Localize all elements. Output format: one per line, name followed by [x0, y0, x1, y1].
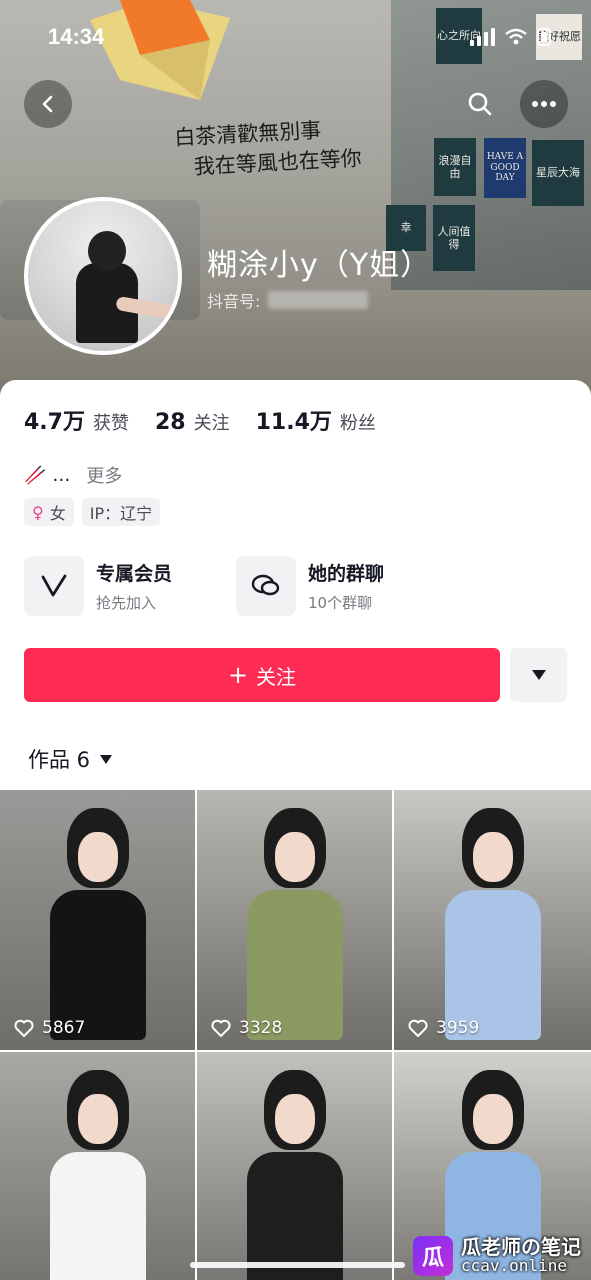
- caret-down-icon: [531, 670, 546, 680]
- video-like-count: 3328: [211, 1018, 282, 1038]
- wall-card: 浪漫自由: [434, 138, 476, 196]
- follow-row: + 关注: [24, 648, 567, 702]
- wifi-icon: [505, 28, 527, 45]
- stat-value: 4.7万: [24, 410, 85, 435]
- status-time: 14:34: [48, 24, 105, 49]
- watermark-logo: 瓜: [413, 1236, 453, 1276]
- chopsticks-icon: 🥢: [24, 464, 47, 486]
- search-icon: [468, 92, 492, 116]
- watermark-line2: ccav.online: [461, 1256, 567, 1276]
- video-thumbnail[interactable]: [0, 1052, 195, 1280]
- follow-button[interactable]: + 关注: [24, 648, 500, 702]
- wall-card: HAVE A GOOD DAY: [484, 138, 526, 198]
- douyin-id-label: 抖音号:: [207, 292, 261, 311]
- stat-value: 28: [154, 410, 186, 435]
- video-grid: 5867 3328 3959: [0, 790, 591, 1280]
- heart-outline-icon: [14, 1019, 34, 1037]
- feature-subtitle: 抢先加入: [96, 594, 157, 612]
- thumbnail-figure-face: [274, 832, 315, 882]
- wall-card: 星辰大海: [532, 140, 584, 206]
- gender-tag: ♀ 女: [24, 498, 74, 526]
- follow-label: 关注: [256, 664, 297, 689]
- thumbnail-figure-top: [246, 1152, 343, 1280]
- more-options-button[interactable]: [520, 80, 568, 128]
- status-bar: 14:34: [0, 0, 591, 70]
- video-thumbnail[interactable]: 3328: [197, 790, 392, 1050]
- group-chat-entry[interactable]: 她的群聊 10个群聊: [236, 556, 416, 616]
- profile-bio: 🥢 … 更多: [24, 462, 122, 488]
- thumbnail-figure-face: [274, 1094, 315, 1144]
- status-icons: [470, 28, 551, 46]
- caret-down-icon: [100, 754, 113, 764]
- like-count-text: 3959: [436, 1018, 480, 1038]
- thumbnail-figure-face: [77, 832, 118, 882]
- douyin-id: 抖音号:: [207, 288, 369, 312]
- ip-tag: IP：辽宁: [81, 498, 161, 526]
- stat-label: 粉丝: [339, 413, 376, 434]
- heart-outline-icon: [408, 1019, 428, 1037]
- video-thumbnail[interactable]: 5867: [0, 790, 195, 1050]
- ip-label: IP：辽宁: [89, 504, 153, 523]
- chevron-left-icon: [42, 95, 53, 113]
- heart-outline-icon: [211, 1019, 231, 1037]
- thumbnail-figure-top: [49, 1152, 146, 1280]
- feature-subtitle: 10个群聊: [308, 594, 373, 612]
- tab-works[interactable]: 作品 6: [28, 744, 113, 774]
- feature-title: 专属会员: [96, 563, 173, 585]
- more-dots-icon: [532, 101, 556, 107]
- wall-card: 人间值得: [433, 205, 475, 271]
- gender-label: 女: [49, 504, 66, 523]
- search-button[interactable]: [456, 80, 504, 128]
- banner-quote: 白茶清歡無別事 我在等風也在等你: [173, 118, 363, 179]
- thumbnail-figure-face: [472, 1094, 513, 1144]
- stat-likes[interactable]: 4.7万 获赞: [24, 404, 129, 436]
- female-icon: ♀: [32, 502, 44, 522]
- chat-bubbles-icon: [236, 556, 296, 616]
- avatar[interactable]: [24, 197, 182, 355]
- watermark-line1: 瓜老师の笔记: [461, 1235, 581, 1260]
- feature-title: 她的群聊: [308, 563, 385, 585]
- recommend-dropdown-button[interactable]: [510, 648, 567, 702]
- signal-icon: [470, 28, 495, 46]
- stat-label: 关注: [193, 413, 230, 434]
- profile-sheet: 4.7万 获赞 28 关注 11.4万 粉丝 🥢 … 更多 ♀ 女 IP：辽宁: [0, 380, 591, 1280]
- profile-stats: 4.7万 获赞 28 关注 11.4万 粉丝: [24, 404, 376, 436]
- watermark: 瓜 瓜老师の笔记 ccav.online: [413, 1236, 581, 1276]
- plus-icon: +: [227, 661, 249, 689]
- video-thumbnail[interactable]: 3959: [394, 790, 591, 1050]
- bio-text: …: [52, 464, 71, 486]
- like-count-text: 5867: [42, 1018, 86, 1038]
- stat-followers[interactable]: 11.4万 粉丝: [256, 404, 376, 436]
- stat-value: 11.4万: [255, 410, 332, 435]
- profile-features: 专属会员 抢先加入 她的群聊 10个群聊: [24, 556, 416, 616]
- profile-nickname: 糊涂小y（Y姐）: [207, 248, 432, 283]
- works-tab-label: 作品 6: [28, 748, 91, 772]
- exclusive-membership-entry[interactable]: 专属会员 抢先加入: [24, 556, 204, 616]
- home-indicator[interactable]: [190, 1262, 405, 1268]
- stat-label: 获赞: [92, 413, 129, 434]
- like-count-text: 3328: [239, 1018, 283, 1038]
- v-icon: [24, 556, 84, 616]
- thumbnail-figure-face: [77, 1094, 118, 1144]
- douyin-id-blurred: [268, 291, 369, 309]
- bio-more-link[interactable]: 更多: [86, 462, 122, 488]
- video-like-count: 3959: [408, 1018, 479, 1038]
- back-button[interactable]: [24, 80, 72, 128]
- profile-tags: ♀ 女 IP：辽宁: [24, 498, 161, 526]
- thumbnail-figure-face: [472, 832, 513, 882]
- battery-icon: [537, 28, 551, 46]
- stat-following[interactable]: 28 关注: [155, 409, 230, 435]
- video-like-count: 5867: [14, 1018, 85, 1038]
- video-thumbnail[interactable]: [197, 1052, 392, 1280]
